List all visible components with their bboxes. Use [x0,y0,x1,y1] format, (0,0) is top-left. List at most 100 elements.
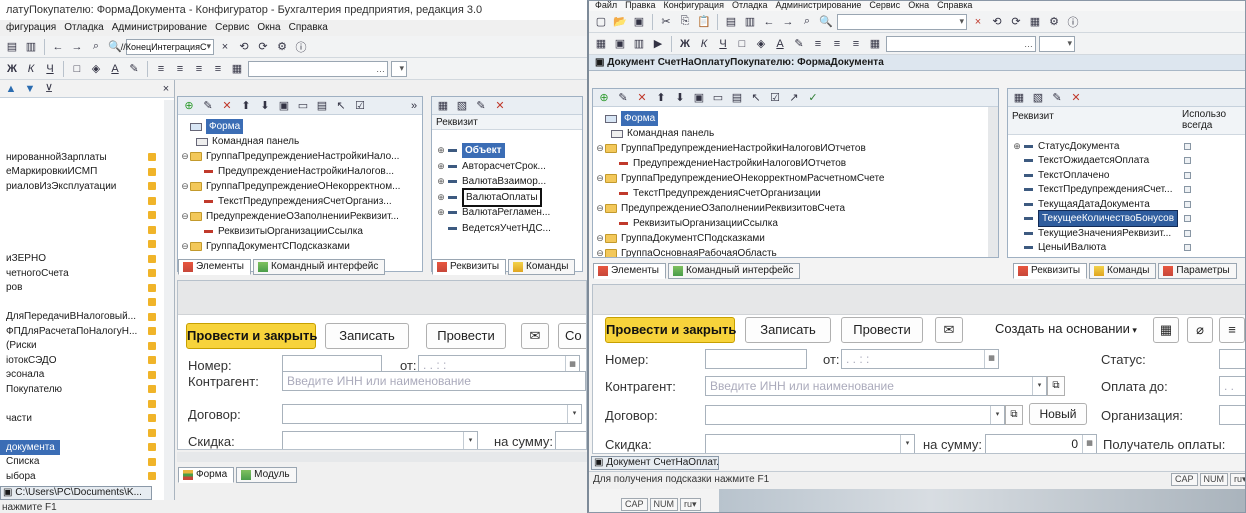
sidebar-item[interactable]: ыбора [0,469,175,484]
align-left-icon[interactable]: ≡ [810,36,826,52]
find-prev-icon[interactable]: ⟲ [989,14,1005,30]
sidebar-item[interactable]: нированнойЗарплаты [0,150,175,165]
right-attach-button[interactable]: ⌀ [1187,317,1213,343]
right-contract-open-button[interactable]: ⧉ [1005,405,1023,425]
tree-row[interactable]: Командная панель [180,134,412,149]
right-post-close-button[interactable]: Провести и закрыть [605,317,736,343]
left-post-close-button[interactable]: Провести и закрыть [186,323,317,349]
preview-icon[interactable]: ▥ [742,14,758,30]
right-task-item[interactable]: ▣ Документ СчетНаОплат... [591,456,719,470]
expand-toggle[interactable]: ⊕ [436,143,446,158]
left-taskbar-item[interactable]: ▣ C:\Users\PC\Documents\K... [0,486,152,500]
expand-toggle[interactable]: ⊖ [180,209,190,224]
right-tree-scrollbar[interactable] [988,107,998,257]
tree-row[interactable]: РеквизитыОрганизацииСсылка [180,224,412,239]
right-post-button[interactable]: Провести [841,317,923,343]
bold-icon[interactable]: Ж [4,61,20,77]
attr-add-icon[interactable]: ▦ [435,98,451,114]
font-color-icon[interactable]: A [772,36,788,52]
left-sidebar-scrollbar[interactable] [164,100,174,500]
menu-item[interactable]: Конфигурация [664,1,724,10]
move-down-icon[interactable]: ⬇ [257,98,273,114]
sidebar-item[interactable]: иЗЕРНО [0,252,175,267]
expand-toggle[interactable]: ⊖ [595,201,605,216]
chevron-down-icon[interactable]: ▾ [567,405,581,423]
open-icon[interactable]: 📂 [612,14,628,30]
tab-0[interactable]: Реквизиты [1013,263,1088,279]
tab-1[interactable]: Модуль [236,467,297,483]
tree-row[interactable]: ТекстПредупрежденияСчетОрганиз... [180,194,412,209]
attribute-row[interactable]: ⊕ Объект [436,143,581,159]
tree-row[interactable]: ⊖ ПредупреждениеОЗаполненииРеквизитовСчет… [595,201,987,216]
border-icon[interactable]: □ [734,36,750,52]
find-prev-icon[interactable]: ⟲ [236,39,252,55]
attr-delete-icon[interactable]: ✕ [492,98,508,114]
menu-item[interactable]: Отладка [64,22,104,33]
find-all-icon[interactable]: ⟳ [255,39,271,55]
right-font-combo[interactable]: … [886,35,1036,52]
tree-row[interactable]: Форма [180,119,412,134]
underline-icon[interactable]: Ч [42,61,58,77]
save-icon[interactable]: ▣ [631,14,647,30]
new-doc-icon[interactable]: ▢ [593,14,609,30]
tab-0[interactable]: Элементы [178,259,251,275]
right-size-combo[interactable]: ▾ [1039,35,1075,52]
expand-toggle[interactable]: ⊖ [595,171,605,186]
chevron-down-icon[interactable]: ▾ [900,435,914,453]
right-new-button[interactable]: Новый [1029,403,1087,425]
find-next-icon[interactable]: × [217,39,233,55]
align-left-icon[interactable]: ≡ [153,61,169,77]
print-icon[interactable]: ▤ [4,39,20,55]
italic-icon[interactable]: К [23,61,39,77]
search-icon[interactable]: 🔍 [818,14,834,30]
expand-toggle[interactable]: ⊖ [595,231,605,246]
tree-row[interactable]: ПредупреждениеНастройкиНалоговИОтчетов [595,156,987,171]
attr-add-icon[interactable]: ▦ [1011,90,1027,106]
checkmark-menu-icon[interactable]: ☑ [352,98,368,114]
expand-toggle[interactable]: ⊖ [595,141,605,156]
use-always-checkbox[interactable] [1184,215,1191,223]
attr-copy-icon[interactable]: ▧ [1030,90,1046,106]
attribute-row[interactable]: ТекстПредупрежденияСчет... [1012,183,1245,198]
tab-1[interactable]: Командный интерфейс [667,263,801,279]
use-always-checkbox[interactable] [1184,186,1191,194]
delete-icon[interactable]: ✕ [219,98,235,114]
menu-item[interactable]: Окна [908,1,929,10]
menu-item[interactable]: Сервис [215,22,249,33]
tab-1[interactable]: Командный интерфейс [252,259,386,275]
chevron-down-icon[interactable]: ▾ [990,406,1004,424]
attribute-row[interactable]: ТекстОжидаетсяОплата [1012,154,1245,169]
tree-row[interactable]: ⊖ ГруппаПредупреждениеОНекорректном... [180,179,412,194]
line-color-icon[interactable]: ✎ [791,36,807,52]
sidebar-item[interactable]: (Риски [0,339,175,354]
sidebar-item[interactable]: Покупателю [0,382,175,397]
metadata-icon[interactable]: ▣ [612,36,628,52]
tools-icon[interactable]: ⚙ [1046,14,1062,30]
use-always-checkbox[interactable] [1184,229,1191,237]
align-center-icon[interactable]: ≡ [829,36,845,52]
find-all-icon[interactable]: ⟳ [1008,14,1024,30]
tree-row[interactable]: ТекстПредупрежденияСчетОрганизации [595,186,987,201]
table-icon[interactable]: ▦ [867,36,883,52]
expand-toggle[interactable]: ⊕ [436,174,446,189]
menu-item[interactable]: Отладка [732,1,768,10]
align-center-icon[interactable]: ≡ [172,61,188,77]
tree-row[interactable]: ⊖ ГруппаПредупреждениеНастройкиНало... [180,149,412,164]
tree-row[interactable]: ⊖ ГруппаДокументСПодсказками [595,231,987,246]
sidebar-item[interactable] [0,194,175,209]
sidebar-item[interactable]: Списка [0,455,175,470]
line-color-icon[interactable]: ✎ [126,61,142,77]
sidebar-item[interactable] [0,237,175,252]
update-icon[interactable]: ▥ [631,36,647,52]
sidebar-up-icon[interactable]: ▲ [3,81,19,97]
left-discount-field[interactable]: ▾ [282,431,478,449]
menu-item[interactable]: Окна [257,22,280,33]
tab-0[interactable]: Реквизиты [432,259,507,275]
tab-0[interactable]: Форма [178,467,235,483]
forward-icon[interactable]: → [69,39,85,55]
sidebar-item[interactable]: ФПДляРасчетаПоНалогуН... [0,324,175,339]
menu-item[interactable]: Файл [595,1,617,10]
left-sum-field[interactable] [555,431,586,449]
tab-0[interactable]: Элементы [593,263,666,279]
fill-color-icon[interactable]: ◈ [753,36,769,52]
